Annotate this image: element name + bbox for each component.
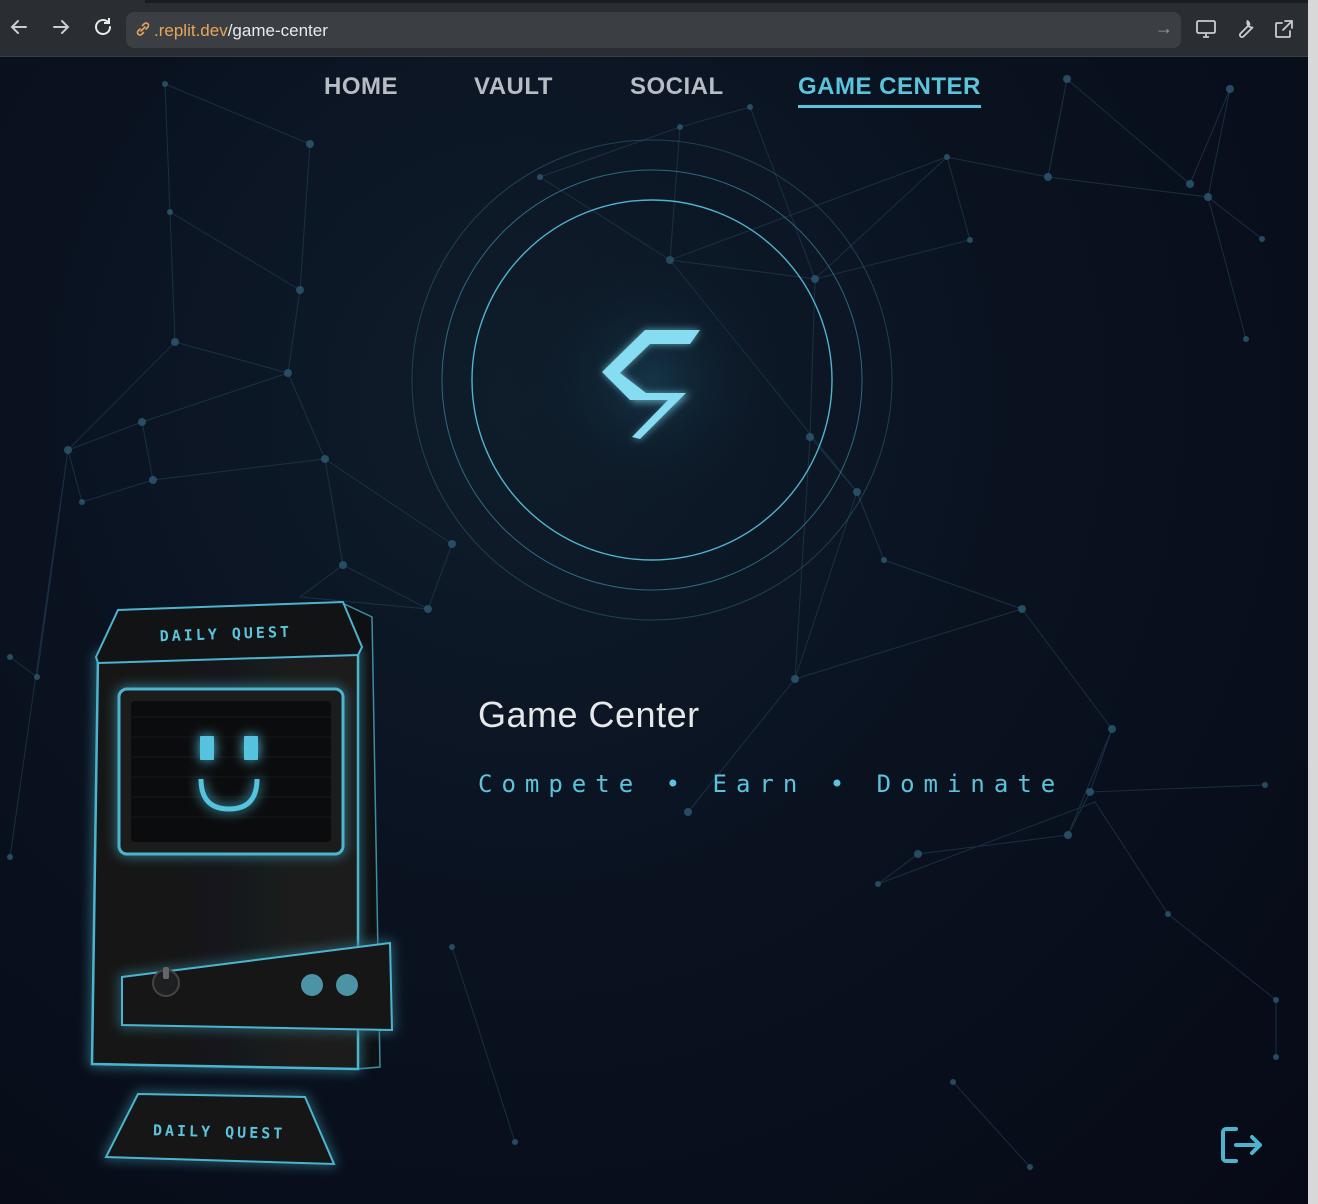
back-button[interactable] <box>6 16 32 42</box>
game-center-page: HOME VAULT SOCIAL GAME CENTER Game Cente… <box>0 57 1308 1204</box>
cast-button[interactable] <box>1194 17 1218 41</box>
page-tagline: Compete • Earn • Dominate <box>478 770 1065 798</box>
logout-icon <box>1221 1127 1262 1163</box>
external-link-icon <box>1275 20 1293 38</box>
page-title: Game Center <box>478 694 700 735</box>
reload-icon <box>95 18 111 35</box>
logout-button[interactable] <box>1218 1122 1268 1168</box>
go-arrow-icon[interactable]: → <box>1155 18 1173 39</box>
back-arrow-icon <box>10 20 27 34</box>
url-text: .replit.dev/game-center <box>154 21 328 40</box>
forward-arrow-icon <box>53 20 70 34</box>
wrench-icon <box>1239 20 1254 38</box>
browser-toolbar: .replit.dev/game-center → <box>0 0 1308 57</box>
arcade-button-right <box>336 974 358 996</box>
page-scrollbar[interactable] <box>1308 0 1318 1204</box>
forward-button[interactable] <box>48 16 74 42</box>
arcade-cabinet-illustration[interactable]: DAILY QUEST DAILY QUEST <box>0 57 460 1204</box>
monitor-icon <box>1196 20 1216 38</box>
reload-button[interactable] <box>90 16 116 42</box>
open-external-button[interactable] <box>1272 17 1296 41</box>
base-label: DAILY QUEST <box>153 1121 286 1142</box>
link-icon <box>134 20 152 43</box>
tab-strip <box>145 0 1308 3</box>
devtools-button[interactable] <box>1233 17 1257 41</box>
arcade-button-left <box>301 974 323 996</box>
address-bar[interactable]: .replit.dev/game-center → <box>126 12 1181 48</box>
